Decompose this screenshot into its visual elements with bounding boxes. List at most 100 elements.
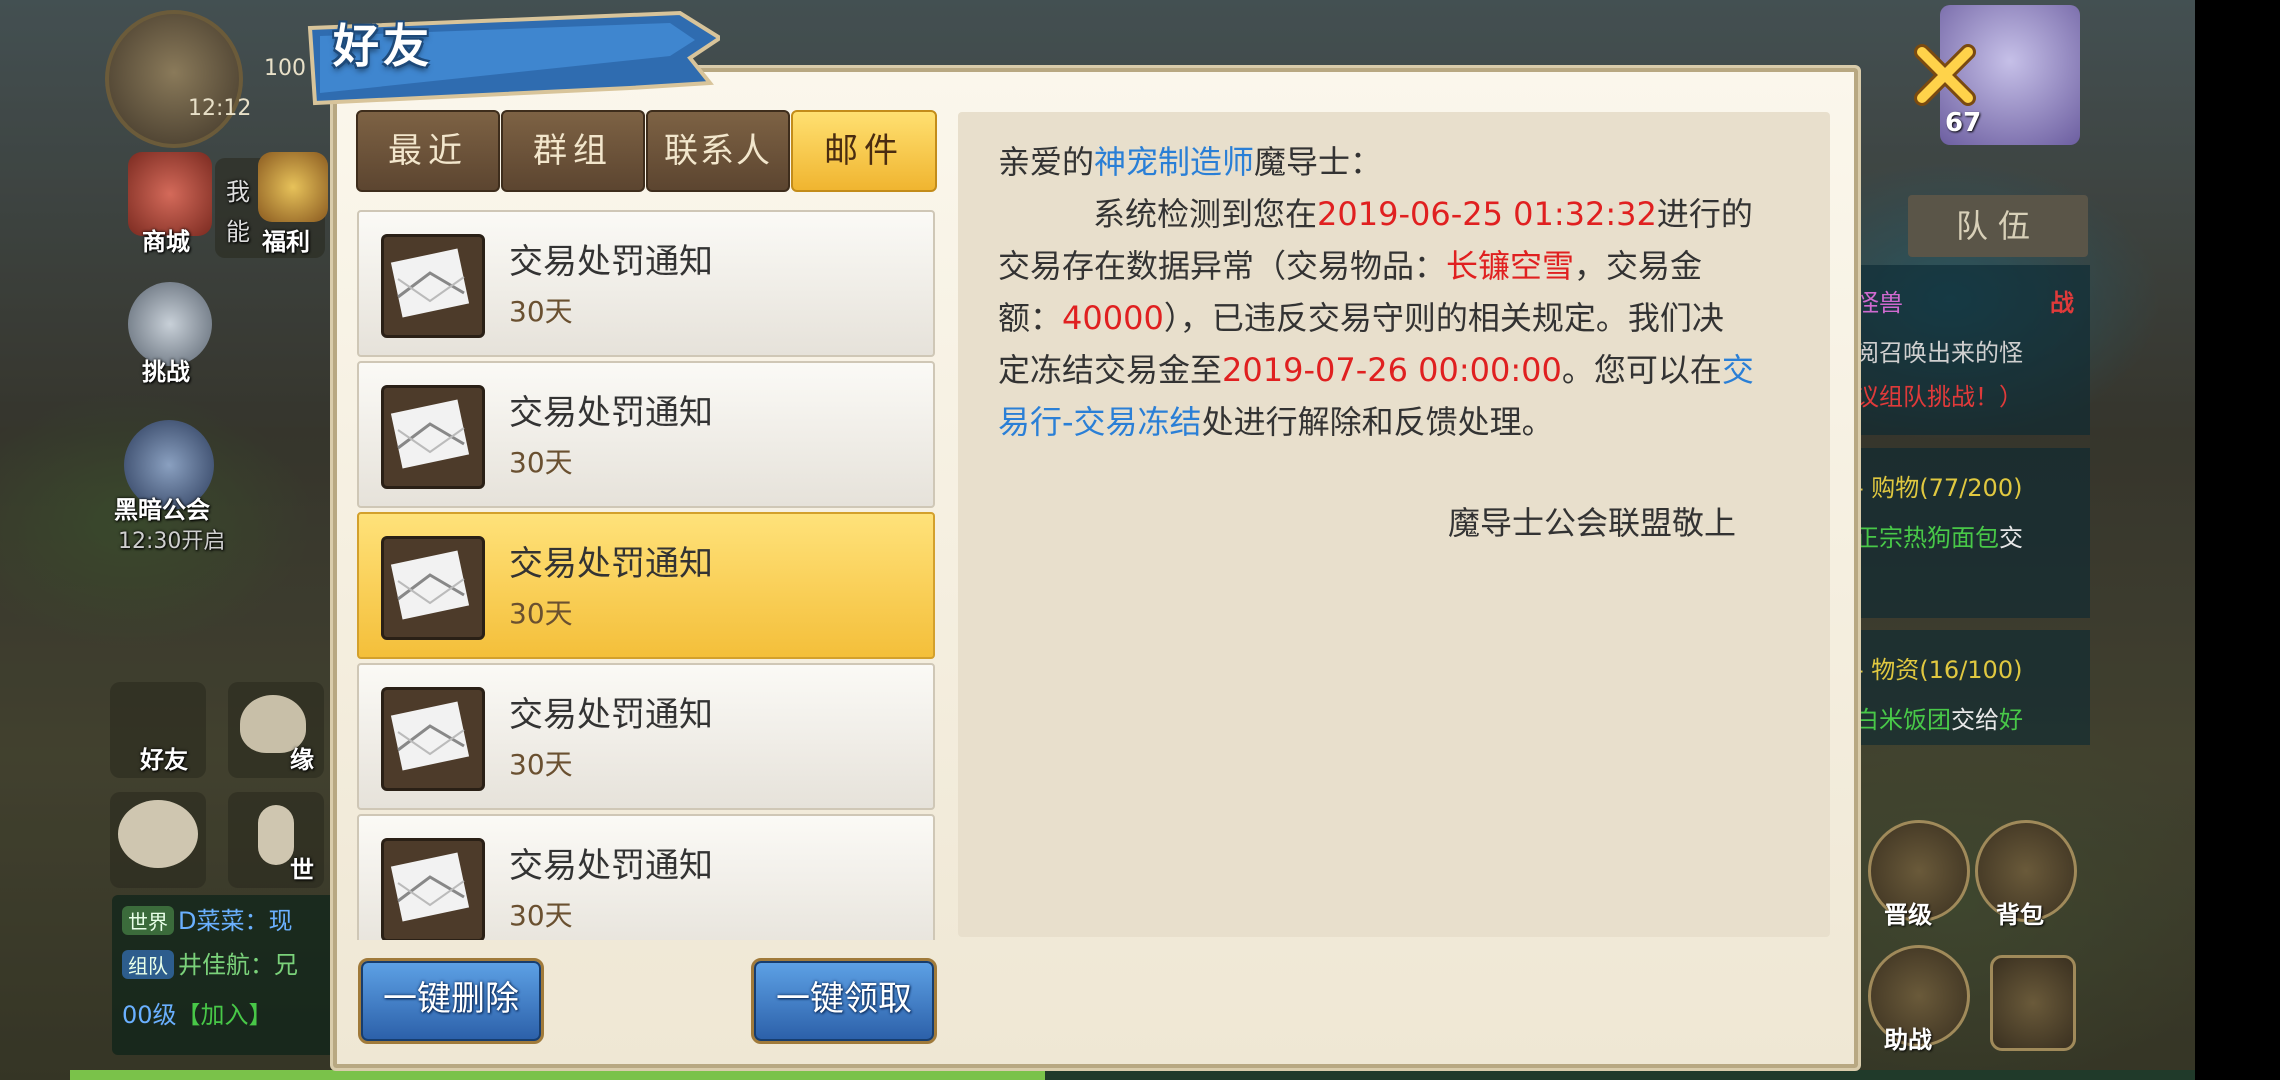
quest3-target: 好 [1999, 706, 2023, 734]
envelope-icon [381, 838, 485, 940]
player-level: 67 [1945, 108, 1982, 138]
mail-expiry: 30天 [509, 295, 573, 328]
mail-list[interactable]: 交易处罚通知 30天 交易处罚通知 30天 交易处罚通知 30天 交易处罚通知 … [352, 205, 938, 940]
challenge-label: 挑战 [142, 358, 190, 386]
dialog-title: 好友 [333, 19, 433, 73]
card-icon[interactable] [1990, 955, 2076, 1051]
mail-greeting: 亲爱的神宠制造师魔导士： [998, 136, 1808, 188]
quest3-action: 交给 [1951, 706, 1999, 734]
chat-line-team: 组队 井佳航：兄 [122, 945, 298, 980]
mail-line-2: 交易存在数据异常（交易物品：长镰空雪，交易金 [998, 240, 1808, 292]
gift-icon[interactable] [258, 152, 328, 222]
quest1-desc: 阅召唤出来的怪 [1855, 339, 2023, 367]
minimap-icon[interactable] [105, 10, 243, 148]
guild-label: 黑暗公会 [114, 496, 210, 524]
mail-expiry: 30天 [509, 597, 573, 630]
line3-text-b: ），已违反交易守则的相关规定。我们决 [1163, 299, 1724, 337]
mail-subject: 交易处罚通知 [509, 846, 713, 886]
quest2-item: 正宗热狗面包 [1855, 524, 1999, 552]
quest1-title: 怪兽 [1855, 289, 1903, 317]
tab-mail[interactable]: 邮件 [791, 110, 937, 192]
quest2-desc: 正宗热狗面包交 [1855, 518, 2023, 553]
mail-item[interactable]: 交易处罚通知 30天 [357, 210, 935, 357]
mail-subject: 交易处罚通知 [509, 695, 713, 735]
trade-date: 2019-06-25 01:32:32 [1317, 195, 1657, 233]
quest3-title: - 物资(16/100) [1855, 656, 2023, 684]
chat-bubble-icon [118, 800, 198, 868]
quest1-tag: 战 [2050, 289, 2074, 317]
experience-bar-fill [70, 1070, 1045, 1080]
mail-line-3: 额：40000），已违反交易守则的相关规定。我们决 [998, 292, 1808, 344]
quest3-item: 白米饭团 [1855, 706, 1951, 734]
mail-expiry: 30天 [509, 748, 573, 781]
trade-amount: 40000 [1062, 299, 1164, 337]
assist-label: 助战 [1884, 1026, 1932, 1054]
chat-join-link[interactable]: 【加入】 [177, 1001, 273, 1029]
greeting-prefix: 亲爱的 [998, 143, 1095, 181]
mail-subject: 交易处罚通知 [509, 544, 713, 584]
chat-tag-team: 组队 [122, 950, 174, 979]
guild-time: 12:30开启 [118, 529, 226, 554]
mail-expiry: 30天 [509, 446, 573, 479]
chat-line-world: 世界 D菜菜：现 [122, 901, 292, 936]
trade-freeze-link-b[interactable]: 易行-交易冻结 [998, 403, 1202, 441]
mail-item[interactable]: 交易处罚通知 30天 [357, 361, 935, 508]
quest3-desc: 白米饭团交给好 [1855, 700, 2023, 735]
upgrade-label: 晋级 [1884, 901, 1932, 929]
mail-line-5: 易行-交易冻结处进行解除和反馈处理。 [998, 396, 1808, 448]
mail-item-selected[interactable]: 交易处罚通知 30天 [357, 512, 935, 659]
mail-signature: 魔导士公会联盟敬上 [1448, 504, 1737, 542]
envelope-icon [381, 385, 485, 489]
chat-text-team: 井佳航：兄 [178, 951, 298, 979]
chat-tag-world: 世界 [122, 906, 174, 935]
mail-subject: 交易处罚通知 [509, 242, 713, 282]
envelope-icon [381, 234, 485, 338]
player-title-link: 神宠制造师 [1094, 143, 1255, 181]
chat-line-join: 00级【加入】 [122, 995, 273, 1030]
close-button[interactable] [1910, 40, 1980, 110]
line4-text-a: 定冻结交易金至 [998, 351, 1223, 389]
mail-item[interactable]: 交易处罚通知 30天 [357, 814, 935, 940]
greeting-suffix: 魔导士： [1254, 143, 1383, 181]
welfare-hint-a: 我 [226, 178, 250, 206]
quest-panel-1[interactable]: 怪兽 战 阅召唤出来的怪 议组队挑战！） [1855, 265, 2090, 435]
quest-panel-3[interactable]: - 物资(16/100) 白米饭团交给好 [1855, 630, 2090, 745]
line2-text-b: ，交易金 [1574, 247, 1703, 285]
envelope-icon [381, 687, 485, 791]
team-tab[interactable]: 队伍 [1908, 195, 2088, 257]
chat-text-world: D菜菜：现 [178, 907, 293, 935]
experience-bar [70, 1070, 2195, 1080]
trade-freeze-link-a[interactable]: 交 [1722, 351, 1754, 389]
envelope-icon [381, 536, 485, 640]
line5-text-b: 处进行解除和反馈处理。 [1201, 403, 1554, 441]
microphone-icon [258, 805, 294, 865]
quest1-hint: 议组队挑战！） [1855, 383, 2023, 411]
tab-recent[interactable]: 最近 [356, 110, 500, 192]
welfare-label: 福利 [262, 228, 310, 256]
line1-text-b: 进行的 [1656, 195, 1753, 233]
world-label: 世 [290, 856, 314, 884]
close-icon [1914, 44, 1976, 106]
line3-text-a: 额： [998, 299, 1063, 337]
claim-all-button[interactable]: 一键领取 [751, 958, 937, 1044]
mail-line-1: 系统检测到您在2019-06-25 01:32:32进行的 [998, 188, 1808, 240]
delete-all-button[interactable]: 一键删除 [358, 958, 544, 1044]
chat-text-level: 00级 [122, 1001, 177, 1029]
quest-panel-2[interactable]: - 购物(77/200) 正宗热狗面包交 [1855, 448, 2090, 618]
quest2-title: - 购物(77/200) [1855, 474, 2023, 502]
chat-panel[interactable]: 世界 D菜菜：现 组队 井佳航：兄 00级【加入】 [112, 895, 342, 1055]
line2-text-a: 交易存在数据异常（交易物品： [998, 247, 1447, 285]
hud-time-text: 12:12 [188, 96, 252, 121]
line4-text-b: 。您可以在 [1561, 351, 1722, 389]
mail-line-4: 定冻结交易金至2019-07-26 00:00:00。您可以在交 [998, 344, 1808, 396]
welfare-hint-b: 能 [226, 218, 250, 246]
shop-label: 商城 [142, 228, 190, 256]
tab-groups[interactable]: 群组 [501, 110, 645, 192]
bag-label: 背包 [1996, 901, 2044, 929]
mail-content-panel: 亲爱的神宠制造师魔导士： 系统检测到您在2019-06-25 01:32:32进… [958, 112, 1830, 937]
freeze-date: 2019-07-26 00:00:00 [1222, 351, 1562, 389]
tab-contacts[interactable]: 联系人 [646, 110, 790, 192]
fate-label: 缘 [290, 746, 314, 774]
screen-edge-bar [2195, 0, 2280, 1080]
mail-item[interactable]: 交易处罚通知 30天 [357, 663, 935, 810]
